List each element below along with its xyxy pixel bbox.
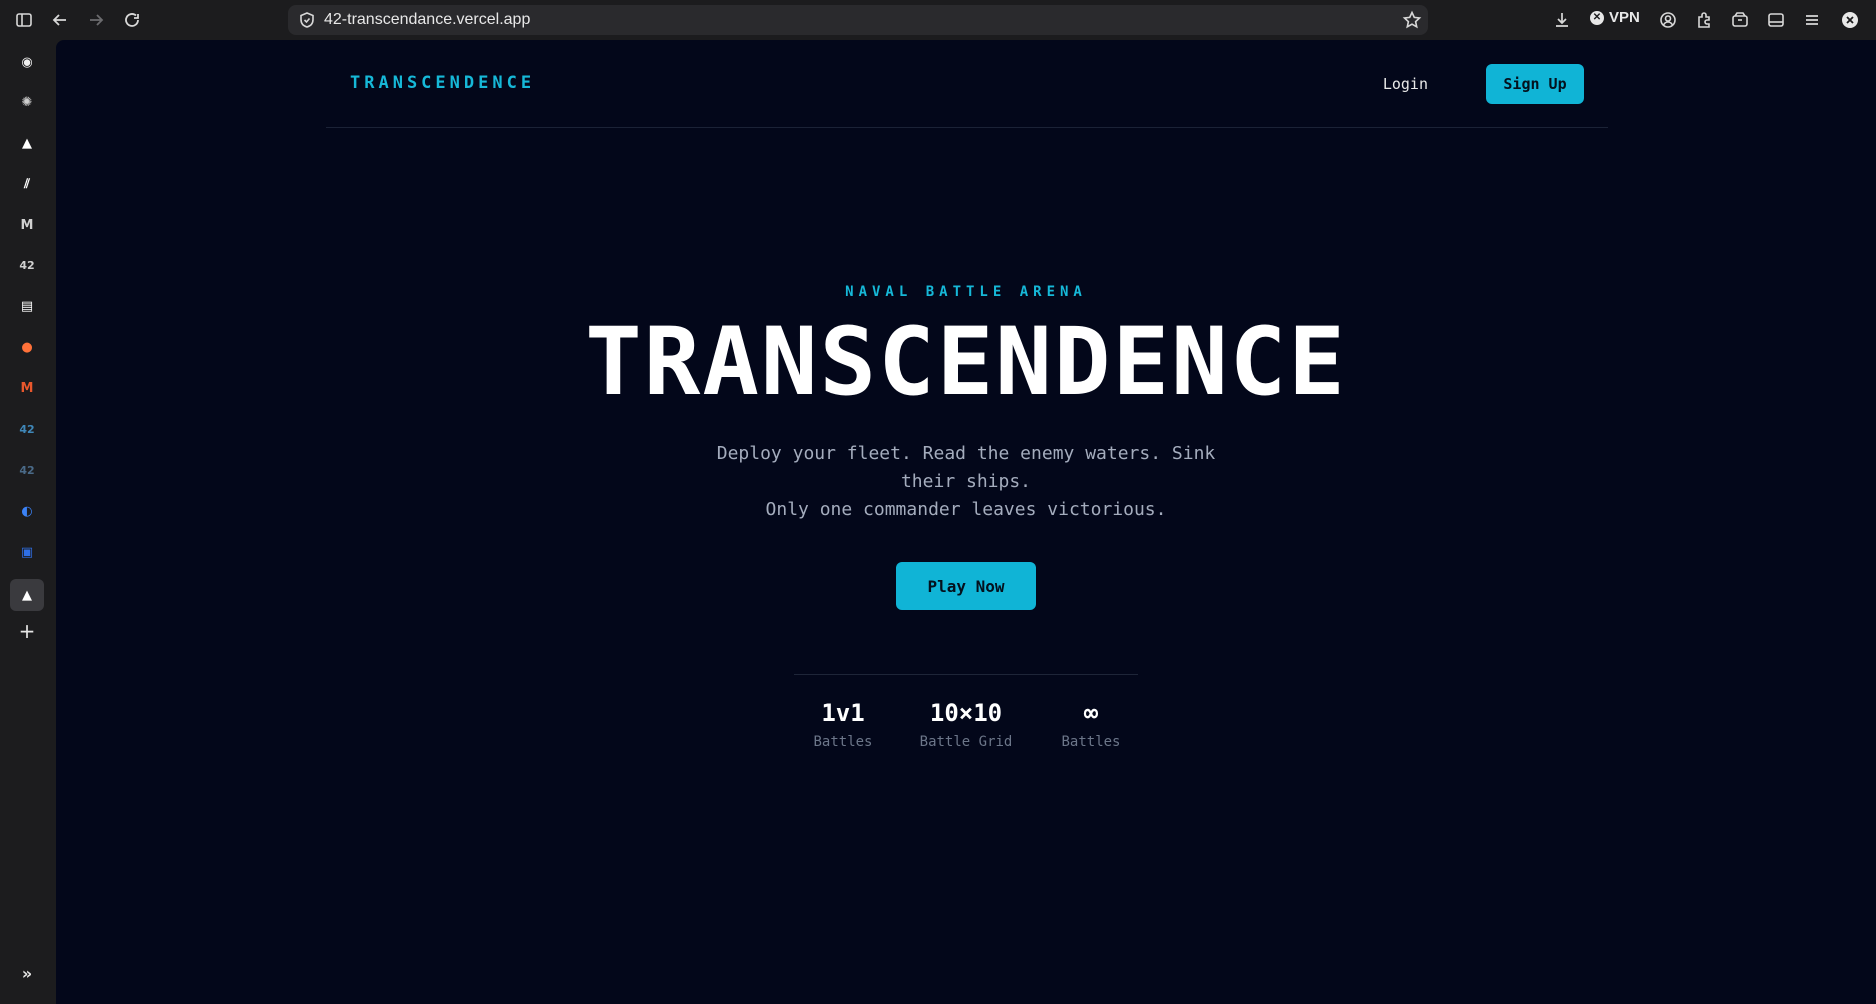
back-icon[interactable] bbox=[48, 8, 72, 32]
vpn-off-icon: ✕ bbox=[1590, 10, 1604, 25]
tagline-line-1: Deploy your fleet. Read the enemy waters… bbox=[716, 443, 1216, 492]
url-text[interactable]: 42-transcendance.vercel.app bbox=[324, 11, 530, 29]
42-icon[interactable]: 42 bbox=[14, 252, 40, 278]
vercel-active-icon[interactable]: ▲ bbox=[10, 579, 44, 611]
brand-logo[interactable]: TRANSCENDENCE bbox=[350, 73, 535, 93]
browser-toolbar: 42-transcendance.vercel.app ✕ VPN bbox=[0, 0, 1876, 40]
hero-tagline: Deploy your fleet. Read the enemy waters… bbox=[686, 440, 1246, 524]
tagline-line-2: Only one commander leaves victorious. bbox=[765, 499, 1167, 520]
play-now-button[interactable]: Play Now bbox=[896, 562, 1036, 610]
vpn-button[interactable]: ✕ VPN bbox=[1590, 9, 1640, 26]
hero-eyebrow: NAVAL BATTLE ARENA bbox=[845, 284, 1087, 300]
forward-icon[interactable] bbox=[84, 8, 108, 32]
account-icon[interactable] bbox=[1656, 8, 1680, 32]
login-link[interactable]: Login bbox=[1383, 75, 1428, 93]
m-app-icon[interactable]: M bbox=[14, 212, 40, 238]
browser-sidebar: ◉ ✺ ▲ ⫽ M 42 ▤ ● M 42 42 ◐ ▣ ▲ + » bbox=[0, 40, 55, 1004]
42-intra-icon[interactable]: 42 bbox=[14, 416, 40, 442]
hero-title: TRANSCENDENCE bbox=[585, 308, 1347, 417]
reload-icon[interactable] bbox=[120, 8, 144, 32]
extensions-icon[interactable] bbox=[1692, 8, 1716, 32]
stat-label: Battles bbox=[1061, 734, 1121, 750]
add-panel-icon[interactable]: + bbox=[14, 618, 40, 644]
chatgpt-icon[interactable]: ✺ bbox=[14, 89, 40, 115]
app-icon[interactable]: ▣ bbox=[14, 539, 40, 565]
sidebar-toggle-icon[interactable] bbox=[12, 8, 36, 32]
stat-battle-grid: 10×10 Battle Grid bbox=[906, 696, 1026, 750]
stat-value: ∞ bbox=[1083, 699, 1099, 727]
stats-divider bbox=[794, 674, 1138, 675]
stat-label: Battle Grid bbox=[919, 734, 1013, 750]
stat-label: Battles bbox=[813, 734, 873, 750]
gmail-icon[interactable]: M bbox=[14, 375, 40, 401]
vercel-icon[interactable]: ▲ bbox=[14, 130, 40, 156]
firefox-icon[interactable]: ● bbox=[14, 334, 40, 360]
wallet-icon[interactable] bbox=[1728, 8, 1752, 32]
sidepanel-icon[interactable] bbox=[1764, 8, 1788, 32]
close-icon[interactable] bbox=[1838, 8, 1862, 32]
42-profile-icon[interactable]: 42 bbox=[14, 457, 40, 483]
stat-value: 10×10 bbox=[929, 699, 1003, 727]
github-icon[interactable]: ◉ bbox=[14, 49, 40, 75]
stat-value: 1v1 bbox=[821, 699, 865, 727]
linear-icon[interactable]: ⫽ bbox=[14, 171, 40, 197]
site-navbar: TRANSCENDENCE Login Sign Up bbox=[326, 40, 1608, 128]
address-bar[interactable]: 42-transcendance.vercel.app bbox=[288, 5, 1428, 35]
stat-infinite-battles: ∞ Battles bbox=[1031, 696, 1151, 750]
bookmark-star-icon[interactable] bbox=[1402, 10, 1422, 30]
page-viewport: TRANSCENDENCE Login Sign Up NAVAL BATTLE… bbox=[56, 40, 1876, 1004]
signup-button[interactable]: Sign Up bbox=[1486, 64, 1584, 104]
expand-sidebar-icon[interactable]: » bbox=[14, 960, 40, 986]
vpn-label: VPN bbox=[1609, 9, 1640, 26]
copilot-icon[interactable]: ◐ bbox=[14, 498, 40, 524]
shield-icon[interactable] bbox=[298, 11, 316, 29]
stat-battles: 1v1 Battles bbox=[783, 696, 903, 750]
download-icon[interactable] bbox=[1550, 8, 1574, 32]
document-icon[interactable]: ▤ bbox=[14, 293, 40, 319]
menu-icon[interactable] bbox=[1800, 8, 1824, 32]
